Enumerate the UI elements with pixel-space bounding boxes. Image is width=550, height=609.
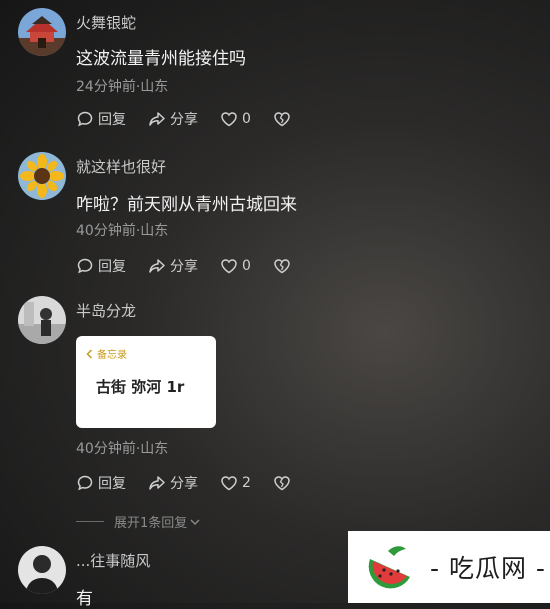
comment-actions: 回复 分享 0 bbox=[76, 256, 295, 276]
chevron-left-icon bbox=[86, 348, 93, 359]
like-button[interactable]: 2 bbox=[220, 474, 251, 492]
username[interactable]: 火舞银蛇 bbox=[76, 12, 136, 33]
comment-item: 火舞银蛇 这波流量青州能接住吗 24分钟前·山东 回复 分享 0 bbox=[18, 8, 532, 133]
avatar[interactable] bbox=[18, 546, 66, 594]
broken-heart-icon bbox=[274, 259, 290, 274]
share-arrow-icon bbox=[149, 476, 165, 490]
reply-label: 回复 bbox=[98, 259, 126, 275]
avatar[interactable] bbox=[18, 296, 66, 344]
share-label: 分享 bbox=[170, 112, 198, 128]
comment-item: 就这样也很好 咋啦？前天刚从青州古城回来 40分钟前·山东 回复 分享 0 bbox=[18, 152, 532, 277]
broken-heart-icon bbox=[274, 112, 290, 127]
broken-heart-icon bbox=[274, 476, 290, 491]
watermelon-logo-icon bbox=[368, 546, 410, 589]
comment-text: 有 bbox=[76, 589, 93, 609]
avatar[interactable] bbox=[18, 152, 66, 200]
reply-button[interactable]: 回复 bbox=[76, 109, 126, 129]
share-button[interactable]: 分享 bbox=[148, 256, 198, 276]
dislike-button[interactable] bbox=[273, 110, 295, 128]
share-label: 分享 bbox=[170, 476, 198, 492]
reply-button[interactable]: 回复 bbox=[76, 256, 126, 276]
dislike-button[interactable] bbox=[273, 474, 295, 492]
username[interactable]: ...往事随风 bbox=[76, 550, 150, 571]
person-avatar-image bbox=[18, 546, 66, 594]
comment-bubble-icon bbox=[77, 258, 93, 274]
memo-text: 古街 弥河 1r bbox=[96, 378, 185, 396]
comment-actions: 回复 分享 2 bbox=[76, 473, 295, 493]
divider-line bbox=[76, 521, 104, 522]
chevron-down-icon bbox=[190, 519, 200, 525]
temple-avatar-image bbox=[18, 8, 66, 56]
expand-replies-label: 展开1条回复 bbox=[114, 516, 188, 531]
heart-icon bbox=[221, 476, 237, 491]
username[interactable]: 半岛分龙 bbox=[76, 300, 136, 321]
memo-image-card[interactable]: 备忘录 古街 弥河 1r bbox=[76, 336, 216, 428]
share-button[interactable]: 分享 bbox=[148, 473, 198, 493]
comment-item: 半岛分龙 备忘录 古街 弥河 1r 40分钟前·山东 回复 分享 2 bbox=[18, 296, 532, 496]
comment-meta: 40分钟前·山东 bbox=[76, 223, 169, 239]
like-button[interactable]: 0 bbox=[220, 257, 251, 275]
dislike-button[interactable] bbox=[273, 257, 295, 275]
comment-text: 咋啦？前天刚从青州古城回来 bbox=[76, 195, 297, 215]
comment-text: 这波流量青州能接住吗 bbox=[76, 49, 246, 69]
comment-bubble-icon bbox=[77, 475, 93, 491]
username[interactable]: 就这样也很好 bbox=[76, 156, 166, 177]
share-arrow-icon bbox=[149, 112, 165, 126]
reply-label: 回复 bbox=[98, 112, 126, 128]
street-avatar-image bbox=[18, 296, 66, 344]
heart-icon bbox=[221, 259, 237, 274]
comment-meta: 24分钟前·山东 bbox=[76, 79, 169, 95]
like-count: 0 bbox=[242, 258, 251, 274]
share-label: 分享 bbox=[170, 259, 198, 275]
expand-replies-button[interactable]: 展开1条回复 bbox=[76, 512, 201, 531]
share-button[interactable]: 分享 bbox=[148, 109, 198, 129]
like-count: 2 bbox=[242, 475, 251, 491]
comment-meta: 40分钟前·山东 bbox=[76, 441, 169, 457]
avatar[interactable] bbox=[18, 8, 66, 56]
comment-bubble-icon bbox=[77, 111, 93, 127]
watermark-text: - 吃瓜网 - bbox=[430, 554, 546, 583]
reply-label: 回复 bbox=[98, 476, 126, 492]
like-button[interactable]: 0 bbox=[220, 110, 251, 128]
like-count: 0 bbox=[242, 111, 251, 127]
comment-actions: 回复 分享 0 bbox=[76, 109, 295, 129]
sunflower-avatar-image bbox=[18, 152, 66, 200]
heart-icon bbox=[221, 112, 237, 127]
memo-back-label: 备忘录 bbox=[97, 350, 127, 361]
reply-button[interactable]: 回复 bbox=[76, 473, 126, 493]
site-watermark: - 吃瓜网 - bbox=[348, 531, 550, 603]
memo-back-link: 备忘录 bbox=[85, 346, 127, 361]
share-arrow-icon bbox=[149, 259, 165, 273]
